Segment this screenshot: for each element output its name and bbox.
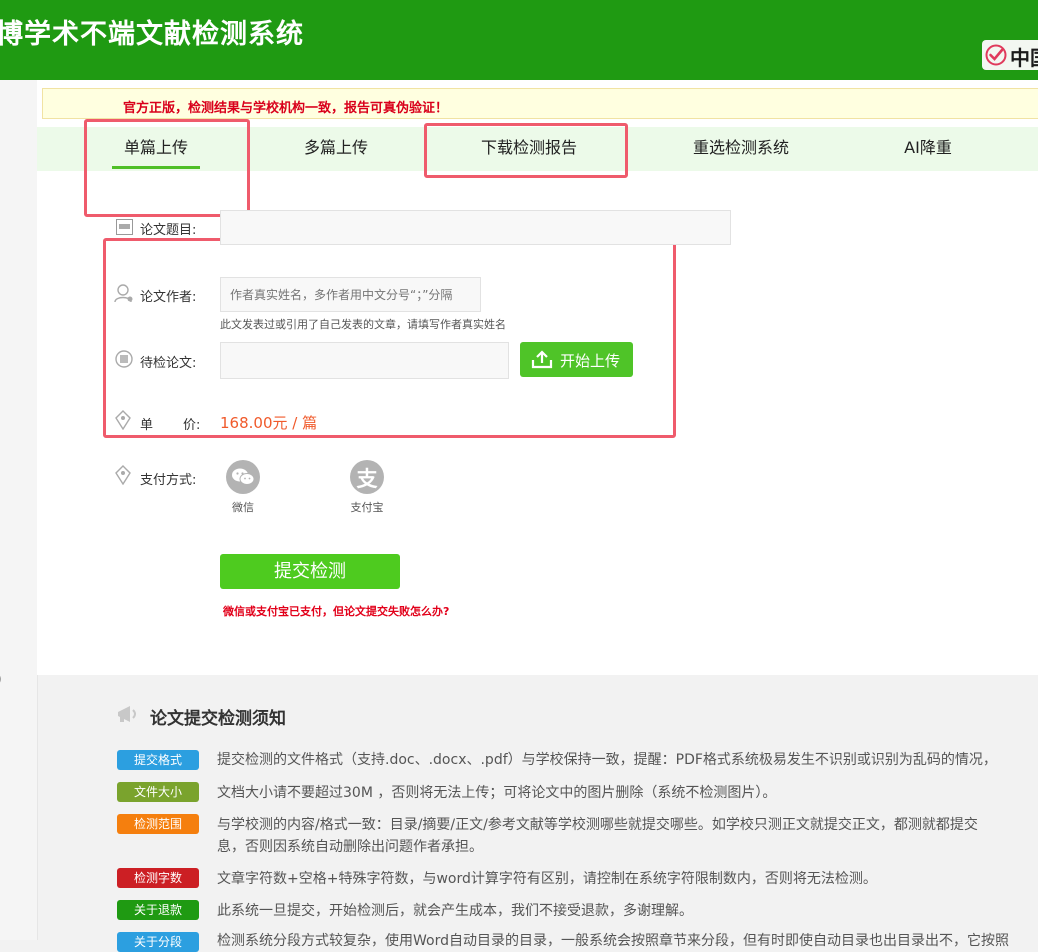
tab-reselect-system[interactable]: 重选检测系统 (681, 127, 801, 171)
payment-failed-help-link[interactable]: 微信或支付宝已支付，但论文提交失败怎么办? (223, 603, 449, 619)
upload-file-icon (115, 350, 133, 368)
title-input[interactable] (220, 210, 731, 245)
notes-text-wordcount: 文章字符数+空格+特殊字符数，与word计算字符有区别，请控制在系统字符限制数内… (217, 871, 877, 887)
notes-text-refund: 此系统一旦提交，开始检测后，就会产生成本，我们不接受退款，多谢理解。 (217, 903, 693, 919)
tab-ai-rewrite[interactable]: AI降重 (892, 127, 964, 171)
notes-text-scope-2: 息，否则因系统自动删除出问题作者承担。 (217, 839, 483, 855)
start-upload-button[interactable]: 开始上传 (520, 342, 633, 377)
notes-tag-format: 提交格式 (117, 750, 199, 770)
wechat-icon (226, 460, 260, 494)
notes-text-segment: 检测系统分段方式较复杂，使用Word自动目录的目录，一般系统会按照章节来分段，但… (217, 933, 1009, 949)
gutter-mark: ) (0, 672, 2, 686)
start-upload-label: 开始上传 (560, 352, 621, 370)
submit-check-button[interactable]: 提交检测 (220, 554, 400, 589)
pay-option-wechat-label: 微信 (232, 501, 254, 514)
notes-title: 论文提交检测须知 (150, 709, 286, 729)
payment-icon (115, 465, 131, 485)
tab-multi-upload[interactable]: 多篇上传 (292, 127, 380, 171)
notes-tag-refund: 关于退款 (117, 900, 199, 920)
check-heart-icon (985, 44, 1007, 66)
price-label-2: 价: (183, 418, 201, 433)
highlight-box-form (103, 238, 676, 438)
notice-bar: 官方正版，检测结果与学校机构一致，报告可真伪验证！ (42, 88, 1038, 119)
notes-tag-segment: 关于分段 (117, 932, 199, 952)
megaphone-icon (118, 706, 136, 722)
notes-tag-size: 文件大小 (117, 782, 199, 802)
site-title: 博学术不端文献检测系统 (0, 19, 304, 50)
author-label: 论文作者: (140, 290, 197, 305)
price-value: 168.00元 / 篇 (220, 414, 318, 432)
notes-tag-scope: 检测范围 (117, 814, 199, 834)
paper-file-input[interactable] (220, 342, 509, 379)
site-header: 博学术不端文献检测系统 中国 (0, 0, 1038, 80)
notes-text-scope: 与学校测的内容/格式一致：目录/摘要/正文/参考文献等学校测哪些就提交哪些。如学… (217, 817, 978, 833)
notice-text: 官方正版，检测结果与学校机构一致，报告可真伪验证！ (123, 101, 449, 116)
payment-label: 支付方式: (140, 473, 197, 488)
pay-option-alipay[interactable]: 支 支付宝 (337, 460, 397, 515)
paper-label: 待检论文: (140, 356, 197, 371)
highlight-box-single-upload (84, 119, 250, 217)
pay-option-alipay-label: 支付宝 (350, 501, 384, 514)
brand-text: 中国 (1010, 46, 1038, 70)
notes-text-size: 文档大小请不要超过30M ，否则将无法上传；可将论文中的图片删除（系统不检测图片… (217, 785, 777, 801)
pay-option-wechat[interactable]: 微信 (213, 460, 273, 515)
price-tag-icon (115, 410, 131, 430)
title-label: 论文题目: (140, 223, 197, 238)
alipay-icon: 支 (350, 460, 384, 494)
price-label-1: 单 (140, 418, 154, 433)
highlight-box-download-report (424, 123, 628, 178)
user-icon (114, 284, 133, 303)
alipay-glyph: 支 (356, 467, 378, 491)
author-hint: 此文发表过或引用了自己发表的文章，请填写作者真实姓名 (220, 318, 506, 331)
cloud-upload-icon (531, 350, 553, 369)
left-gutter: ) (0, 80, 38, 940)
document-title-icon (116, 219, 133, 235)
notes-text-format: 提交检测的文件格式（支持.doc、.docx、.pdf）与学校保持一致，提醒：P… (217, 752, 997, 768)
notes-tag-wordcount: 检测字数 (117, 868, 199, 888)
brand-badge[interactable]: 中国 (982, 40, 1038, 70)
author-input[interactable] (220, 277, 481, 312)
